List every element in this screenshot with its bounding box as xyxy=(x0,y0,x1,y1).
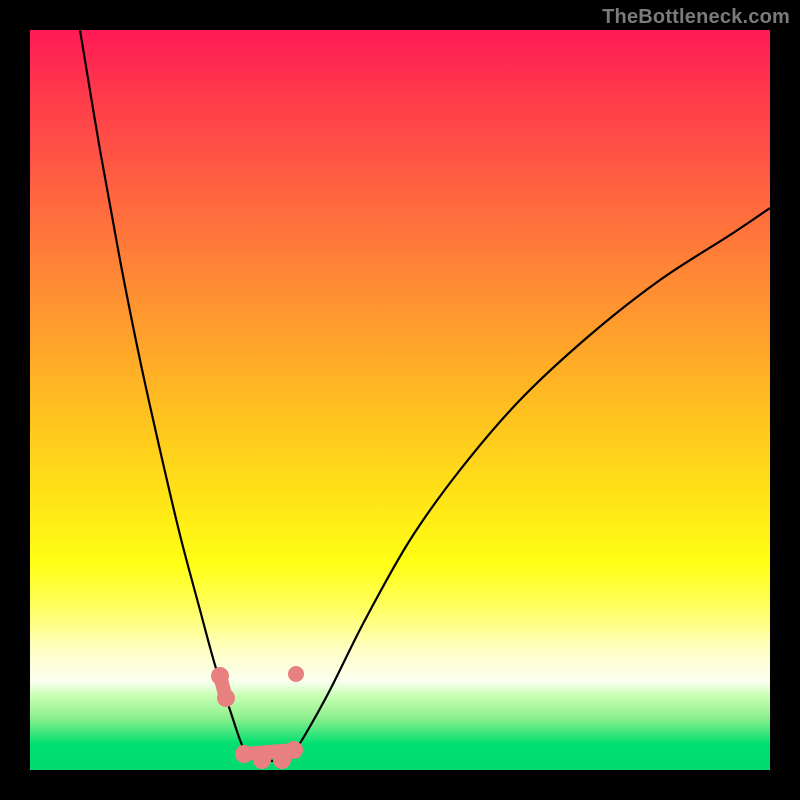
curve-marker xyxy=(217,689,235,707)
curve-marker xyxy=(253,751,271,769)
chart-frame: TheBottleneck.com xyxy=(0,0,800,800)
chart-plot-area xyxy=(30,30,770,770)
curve-marker xyxy=(285,741,303,759)
curve-right xyxy=(290,208,770,758)
curve-marker xyxy=(235,745,253,763)
curve-marker xyxy=(288,666,304,682)
curve-left xyxy=(80,30,248,758)
watermark-text: TheBottleneck.com xyxy=(602,6,790,29)
curve-markers xyxy=(211,666,304,769)
curve-marker xyxy=(211,667,229,685)
chart-svg xyxy=(30,30,770,770)
